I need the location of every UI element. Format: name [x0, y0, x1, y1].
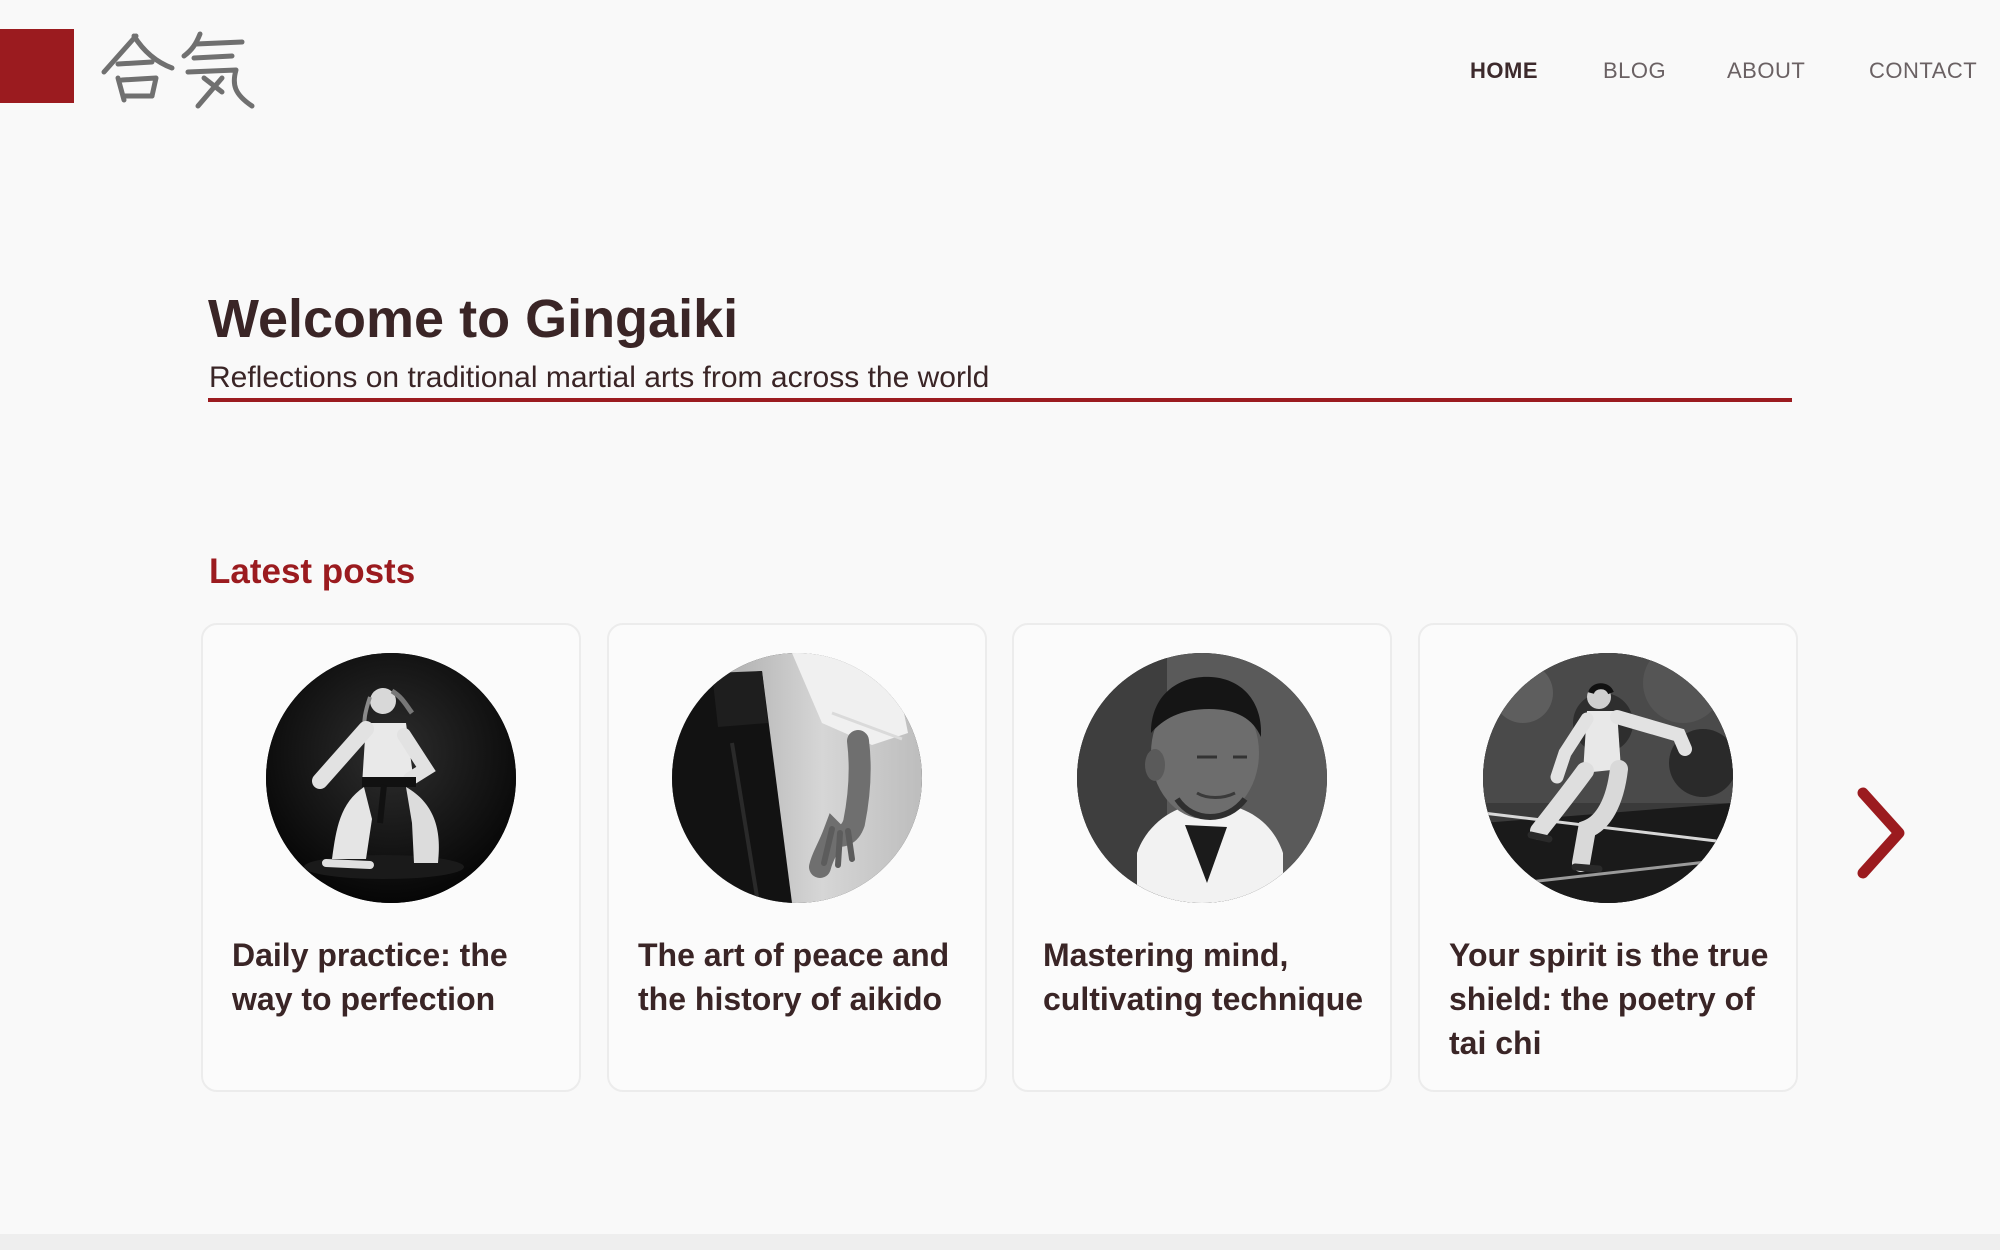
post-title[interactable]: Daily practice: the way to perfection: [232, 933, 572, 1021]
main-nav: HOME BLOG ABOUT CONTACT: [0, 58, 2000, 88]
post-title[interactable]: The art of peace and the history of aiki…: [638, 933, 978, 1021]
post-photo[interactable]: [266, 653, 516, 903]
post-photo[interactable]: [1483, 653, 1733, 903]
aikido-hakama-photo: [672, 653, 922, 903]
meditating-man-photo: [1077, 653, 1327, 903]
page-subtitle: Reflections on traditional martial arts …: [209, 361, 990, 394]
nav-blog-link[interactable]: BLOG: [1603, 58, 1666, 84]
post-card[interactable]: Mastering mind, cultivating technique: [1012, 623, 1392, 1092]
nav-home-link[interactable]: HOME: [1470, 58, 1538, 84]
footer-strip: [0, 1234, 2000, 1250]
nav-contact-link[interactable]: CONTACT: [1869, 58, 1977, 84]
karate-kneeling-girl-photo: [266, 653, 516, 903]
nav-about-link[interactable]: ABOUT: [1727, 58, 1805, 84]
post-title[interactable]: Your spirit is the true shield: the poet…: [1449, 933, 1789, 1065]
post-card[interactable]: The art of peace and the history of aiki…: [607, 623, 987, 1092]
post-card[interactable]: Daily practice: the way to perfection: [201, 623, 581, 1092]
post-title[interactable]: Mastering mind, cultivating technique: [1043, 933, 1383, 1021]
posts-carousel: Daily practice: the way to perfection Th…: [201, 623, 1801, 1094]
hero-divider: [208, 398, 1792, 402]
post-card[interactable]: Your spirit is the true shield: the poet…: [1418, 623, 1798, 1092]
tai-chi-stance-photo: [1483, 653, 1733, 903]
latest-posts-heading: Latest posts: [209, 552, 416, 591]
post-photo[interactable]: [672, 653, 922, 903]
page-title: Welcome to Gingaiki: [208, 289, 739, 349]
chevron-right-icon[interactable]: [1849, 785, 1911, 881]
post-photo[interactable]: [1077, 653, 1327, 903]
